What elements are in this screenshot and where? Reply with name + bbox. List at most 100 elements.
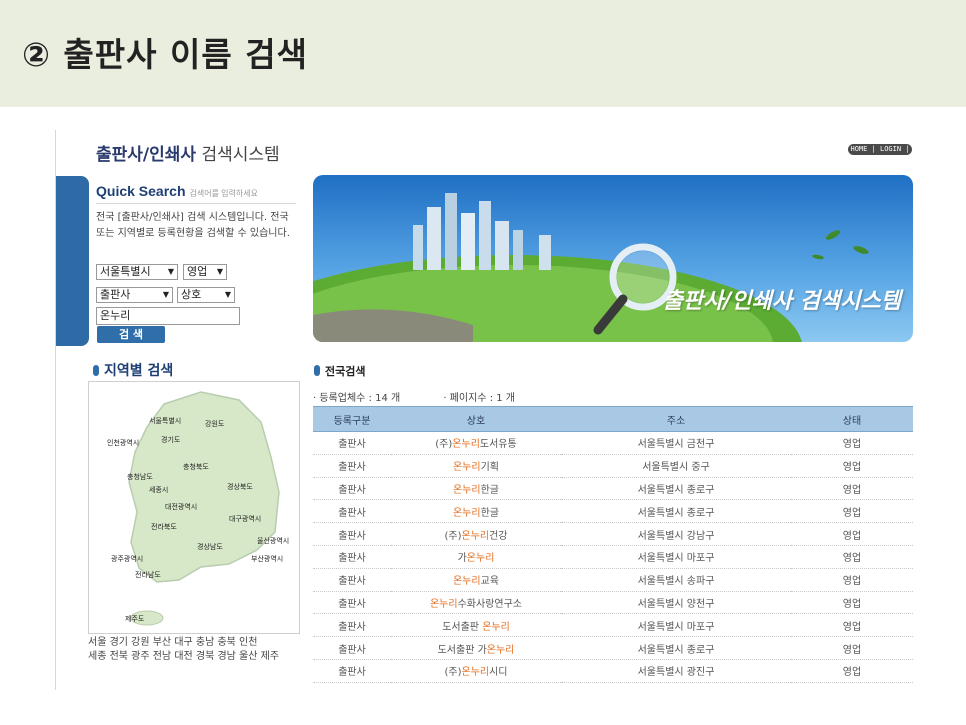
map-label-gangwon[interactable]: 강원도	[205, 419, 224, 429]
row-address: 서울특별시 송파구	[561, 568, 791, 592]
location-pin-icon	[93, 365, 99, 376]
row-type: 출판사	[313, 613, 391, 638]
map-label-ulsan[interactable]: 울산광역시	[257, 536, 289, 546]
row-name[interactable]: 도서출판 가온누리	[391, 636, 561, 660]
region-search-title: 지역별 검색	[93, 360, 173, 380]
row-type: 출판사	[313, 431, 391, 455]
row-type: 출판사	[313, 636, 391, 660]
name-suffix: 한글	[480, 507, 499, 519]
row-name[interactable]: 온누리한글	[391, 499, 561, 524]
chevron-down-icon: ▼	[224, 290, 231, 299]
name-highlight: 온누리	[452, 462, 481, 474]
map-label-incheon[interactable]: 인천광역시	[107, 438, 139, 448]
map-label-gyeonggi[interactable]: 경기도	[161, 435, 180, 445]
row-status: 영업	[791, 659, 913, 683]
map-label-jeonnam[interactable]: 전라남도	[135, 570, 161, 580]
row-name[interactable]: (주)온누리건강	[391, 522, 561, 546]
region-select-value: 서울특별시	[100, 265, 151, 278]
map-label-seoul[interactable]: 서울특별시	[149, 416, 181, 426]
table-row[interactable]: 출판사 (주)온누리시디 서울특별시 광진구 영업	[313, 659, 913, 683]
table-row[interactable]: 출판사 도서출판 가온누리 서울특별시 종로구 영업	[313, 636, 913, 660]
korea-map[interactable]: 서울특별시 강원도 인천광역시 경기도 충청북도 충청남도 세종시 경상북도 대…	[88, 381, 300, 634]
map-label-busan[interactable]: 부산광역시	[251, 554, 283, 564]
row-type: 출판사	[313, 591, 391, 615]
name-highlight: 온누리	[452, 507, 481, 519]
publisher-search-screenshot: 출판사/인쇄사 검색시스템 HOME | LOGIN | Quick Searc…	[55, 130, 925, 690]
map-label-gyeongbuk[interactable]: 경상북도	[227, 482, 253, 492]
row-status: 영업	[791, 613, 913, 638]
map-label-daegu[interactable]: 대구광역시	[229, 514, 261, 524]
map-label-gwangju[interactable]: 광주광역시	[111, 554, 143, 564]
row-type: 출판사	[313, 568, 391, 592]
banner-illustration	[313, 193, 869, 342]
chevron-down-icon: ▼	[216, 267, 223, 276]
site-title-sub: 검색시스템	[196, 145, 280, 165]
site-title[interactable]: 출판사/인쇄사 검색시스템	[96, 140, 280, 165]
name-suffix: 시디	[489, 667, 508, 679]
row-status: 영업	[791, 454, 913, 478]
name-prefix: (주)	[444, 530, 462, 542]
name-highlight: 온누리	[482, 621, 510, 633]
table-row[interactable]: 출판사 온누리한글 서울특별시 종로구 영업	[313, 499, 913, 524]
field-select[interactable]: 상호 ▼	[177, 287, 235, 303]
table-row[interactable]: 출판사 가온누리 서울특별시 마포구 영업	[313, 545, 913, 569]
map-label-daejeon[interactable]: 대전광역시	[165, 502, 197, 512]
row-name[interactable]: (주)온누리도서유통	[391, 431, 561, 455]
name-suffix: 한글	[480, 484, 499, 496]
banner-image: 출판사/인쇄사 검색시스템	[313, 175, 913, 342]
results-table: 등록구분 상호 주소 상태 출판사 (주)온누리도서유통 서울특별시 금천구 영업 출판…	[313, 406, 913, 683]
name-prefix: 가	[457, 553, 467, 565]
row-type: 출판사	[313, 499, 391, 524]
region-links[interactable]: 서울 경기 강원 부산 대구 충남 충북 인천 세종 전북 광주 전남 대전 경…	[88, 636, 318, 664]
map-label-sejong[interactable]: 세종시	[149, 485, 168, 495]
name-suffix: 도서유통	[479, 439, 517, 451]
status-select-value: 영업	[187, 265, 208, 278]
name-highlight: 온누리	[461, 530, 490, 542]
row-name[interactable]: 온누리기획	[391, 454, 561, 478]
home-login-links[interactable]: HOME | LOGIN |	[848, 144, 912, 155]
name-suffix: 수화사랑연구소	[457, 598, 522, 610]
map-label-gyeongnam[interactable]: 경상남도	[197, 542, 223, 552]
region-select[interactable]: 서울특별시 ▼	[96, 264, 178, 280]
table-row[interactable]: 출판사 온누리기획 서울특별시 중구 영업	[313, 454, 913, 478]
name-highlight: 온누리	[429, 598, 458, 610]
table-row[interactable]: 출판사 (주)온누리도서유통 서울특별시 금천구 영업	[313, 431, 913, 455]
row-address: 서울특별시 중구	[561, 454, 791, 478]
region-links-line1[interactable]: 서울 경기 강원 부산 대구 충남 충북 인천	[88, 636, 318, 650]
name-suffix: 기획	[480, 462, 499, 474]
name-prefix: 도서출판 가	[437, 644, 487, 656]
row-address: 서울특별시 양천구	[561, 591, 791, 615]
table-row[interactable]: 출판사 온누리수화사랑연구소 서울특별시 양천구 영업	[313, 591, 913, 615]
map-label-chungnam[interactable]: 충청남도	[127, 472, 153, 482]
row-status: 영업	[791, 568, 913, 592]
name-suffix: 교육	[480, 576, 499, 588]
table-row[interactable]: 출판사 (주)온누리건강 서울특별시 강남구 영업	[313, 522, 913, 546]
row-name[interactable]: 가온누리	[391, 545, 561, 569]
row-status: 영업	[791, 545, 913, 569]
row-type: 출판사	[313, 522, 391, 546]
search-button[interactable]: 검 색	[97, 326, 165, 343]
row-name[interactable]: 온누리한글	[391, 477, 561, 501]
map-label-jeonbuk[interactable]: 전라북도	[151, 522, 177, 532]
banner-title: 출판사/인쇄사 검색시스템	[662, 289, 901, 314]
row-name[interactable]: 온누리수화사랑연구소	[391, 591, 561, 615]
map-label-jeju[interactable]: 제주도	[125, 614, 144, 624]
row-name[interactable]: 도서출판 온누리	[391, 613, 561, 638]
row-type: 출판사	[313, 659, 391, 683]
type-select[interactable]: 출판사 ▼	[96, 287, 173, 303]
row-name[interactable]: (주)온누리시디	[391, 659, 561, 683]
keyword-input[interactable]: 온누리	[96, 307, 240, 325]
row-name[interactable]: 온누리교육	[391, 568, 561, 592]
table-row[interactable]: 출판사 온누리교육 서울특별시 송파구 영업	[313, 568, 913, 592]
region-links-line2[interactable]: 세종 전북 광주 전남 대전 경북 경남 울산 제주	[88, 650, 318, 664]
table-row[interactable]: 출판사 도서출판 온누리 서울특별시 마포구 영업	[313, 613, 913, 638]
status-select[interactable]: 영업 ▼	[183, 264, 227, 280]
results-body: 출판사 (주)온누리도서유통 서울특별시 금천구 영업 출판사 온누리기획 서울특별시 중구…	[313, 431, 913, 683]
chevron-down-icon: ▼	[162, 290, 169, 299]
row-address: 서울특별시 광진구	[561, 659, 791, 683]
table-row[interactable]: 출판사 온누리한글 서울특별시 종로구 영업	[313, 477, 913, 501]
map-label-chungbuk[interactable]: 충청북도	[183, 462, 209, 472]
registered-count: · 등록업체수 : 14 개	[313, 393, 401, 404]
name-suffix: 건강	[489, 530, 508, 542]
slide-header: ② 출판사 이름 검색	[0, 0, 966, 107]
